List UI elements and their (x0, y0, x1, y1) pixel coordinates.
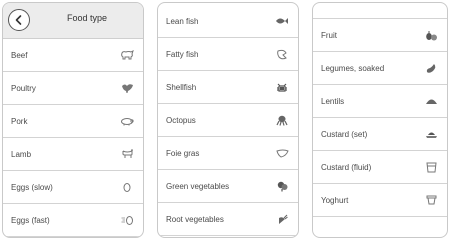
custard-fluid-icon (424, 161, 438, 173)
list-item-label: Eggs (slow) (11, 182, 53, 192)
list-item-poultry[interactable]: Poultry (3, 72, 143, 105)
list-item-label: Octopus (166, 115, 196, 125)
list-item-fruit[interactable]: Fruit (313, 19, 447, 52)
list-item-label: Root vegetables (166, 214, 224, 224)
fruit-icon (424, 29, 438, 41)
list-top-edge (313, 3, 447, 19)
pork-icon (120, 115, 134, 127)
list-item-root-vegetables[interactable]: Root vegetables (158, 203, 298, 236)
list-item-octopus[interactable]: Octopus (158, 104, 298, 137)
octopus-icon (275, 114, 289, 126)
lentils-icon (424, 95, 438, 107)
list-item-lean-fish[interactable]: Lean fish (158, 5, 298, 38)
list-item-lentils[interactable]: Lentils (313, 85, 447, 118)
list-item-label: Fruit (321, 30, 337, 40)
beef-icon (120, 49, 134, 61)
list-item-label: Yoghurt (321, 195, 349, 205)
list-item-green-vegetables[interactable]: Green vegetables (158, 170, 298, 203)
list-item-label: Custard (set) (321, 129, 368, 139)
list-item-custard-fluid[interactable]: Custard (fluid) (313, 151, 447, 184)
fish-vegetables-panel: Lean fish Fatty fish Shellfish Octopus F… (157, 2, 299, 238)
list-item-fatty-fish[interactable]: Fatty fish (158, 38, 298, 71)
food-type-panel: Food type Beef Poultry Pork Lamb Eggs (s… (2, 2, 144, 238)
list-item-legumes-soaked[interactable]: Legumes, soaked (313, 52, 447, 85)
list-item-label: Legumes, soaked (321, 63, 385, 73)
back-button[interactable] (8, 9, 30, 31)
list-item-label: Beef (11, 50, 28, 60)
list-item-label: Custard (fluid) (321, 162, 372, 172)
list-item-foie-gras[interactable]: Foie gras (158, 137, 298, 170)
list-item-eggs-fast[interactable]: Eggs (fast) (3, 204, 143, 237)
list-item-label: Lean fish (166, 16, 199, 26)
fatty-fish-icon (275, 48, 289, 60)
poultry-icon (120, 82, 134, 94)
egg-slow-icon (120, 181, 134, 193)
fruit-dessert-panel: Fruit Legumes, soaked Lentils Custard (s… (312, 2, 448, 238)
lean-fish-icon (275, 15, 289, 27)
list-item-label: Pork (11, 116, 28, 126)
root-vegetables-icon (275, 213, 289, 225)
green-vegetables-icon (275, 180, 289, 192)
list-item-label: Lentils (321, 96, 345, 106)
foie-gras-icon (275, 147, 289, 159)
lamb-icon (120, 148, 134, 160)
chevron-left-icon (15, 15, 22, 25)
list-item-shellfish[interactable]: Shellfish (158, 71, 298, 104)
shellfish-icon (275, 81, 289, 93)
list-item-custard-set[interactable]: Custard (set) (313, 118, 447, 151)
page-title: Food type (66, 13, 108, 23)
list-item-eggs-slow[interactable]: Eggs (slow) (3, 171, 143, 204)
list-item-label: Eggs (fast) (11, 215, 50, 225)
list-item-lamb[interactable]: Lamb (3, 138, 143, 171)
list-item-label: Green vegetables (166, 181, 230, 191)
custard-set-icon (424, 128, 438, 140)
list-item-yoghurt[interactable]: Yoghurt (313, 184, 447, 217)
panel-header: Food type (3, 3, 143, 39)
list-item-label: Shellfish (166, 82, 197, 92)
list-item-label: Poultry (11, 83, 36, 93)
list-item-label: Fatty fish (166, 49, 199, 59)
list-item-label: Foie gras (166, 148, 200, 158)
legumes-icon (424, 62, 438, 74)
list-item-beef[interactable]: Beef (3, 39, 143, 72)
list-item-label: Lamb (11, 149, 32, 159)
egg-fast-icon (120, 214, 134, 226)
yoghurt-icon (424, 194, 438, 206)
list-item-pork[interactable]: Pork (3, 105, 143, 138)
